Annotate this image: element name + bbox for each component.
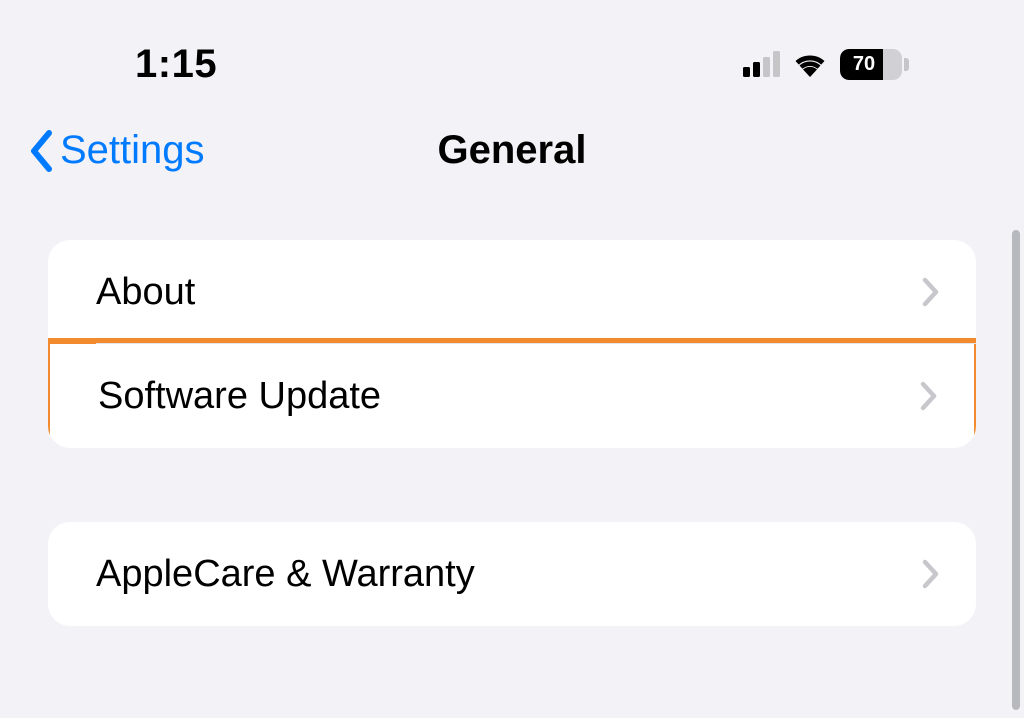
back-label: Settings [60, 128, 205, 173]
nav-header: Settings General [0, 120, 1024, 200]
cell-signal-icon [743, 51, 780, 77]
battery-percent: 70 [840, 49, 902, 80]
wifi-icon [792, 51, 828, 78]
chevron-left-icon [28, 129, 54, 173]
list-item-label: Software Update [98, 375, 381, 418]
chevron-right-icon [922, 277, 940, 307]
chevron-right-icon [920, 381, 938, 411]
list-group: AppleCare & Warranty [48, 522, 976, 626]
content: About Software Update AppleCare & Warran… [0, 200, 1024, 626]
chevron-right-icon [922, 559, 940, 589]
status-time: 1:15 [135, 42, 217, 87]
battery-icon: 70 [840, 49, 909, 80]
list-group: About Software Update [48, 240, 976, 448]
status-bar: 1:15 70 [0, 0, 1024, 90]
scroll-indicator[interactable] [1012, 230, 1020, 710]
page-title: General [438, 128, 587, 173]
list-item-software-update[interactable]: Software Update [50, 344, 974, 448]
back-button[interactable]: Settings [28, 128, 205, 173]
list-item-about[interactable]: About [48, 240, 976, 344]
list-item-applecare-warranty[interactable]: AppleCare & Warranty [48, 522, 976, 626]
status-icons: 70 [743, 49, 974, 80]
list-item-label: About [96, 271, 195, 314]
list-item-label: AppleCare & Warranty [96, 553, 475, 596]
highlight-software-update: Software Update [48, 338, 976, 448]
